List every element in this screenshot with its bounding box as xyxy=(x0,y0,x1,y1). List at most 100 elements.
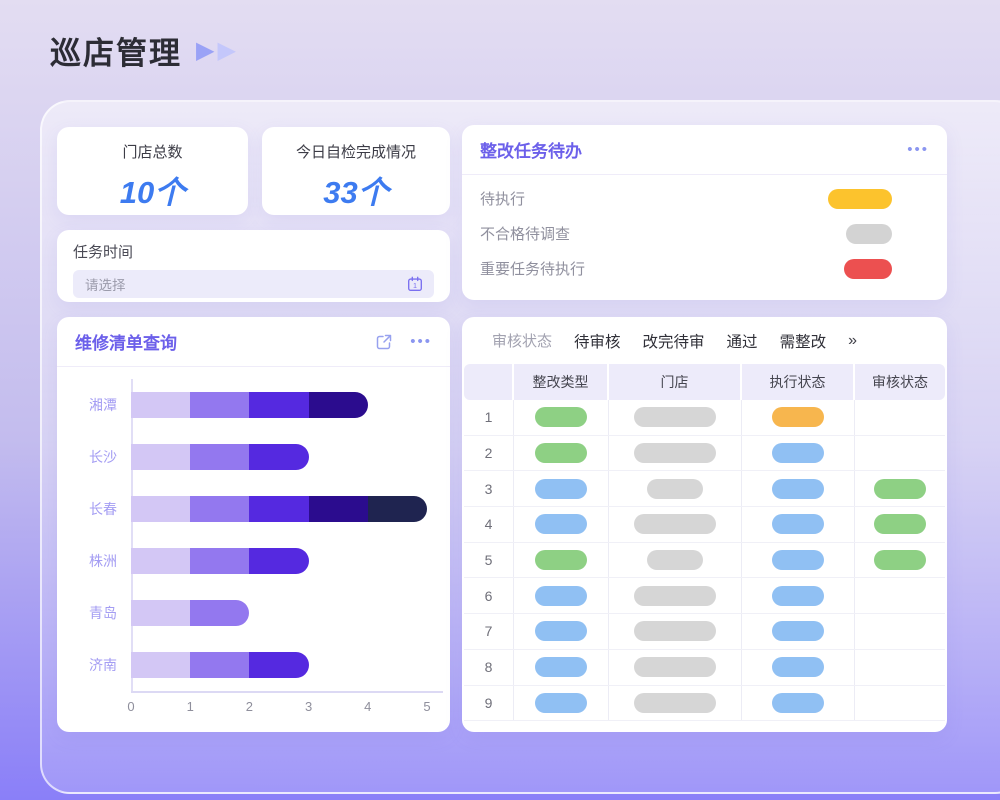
table-row[interactable]: 6 xyxy=(464,578,945,614)
column-header-index xyxy=(464,364,514,400)
bar-segment-level-1 xyxy=(131,496,190,522)
cell-review-status xyxy=(855,543,945,578)
table-row[interactable]: 1 xyxy=(464,400,945,436)
status-pill xyxy=(535,514,587,534)
status-pill xyxy=(535,586,587,606)
row-number: 7 xyxy=(485,623,493,639)
table-row[interactable]: 8 xyxy=(464,650,945,686)
cell-rectify-type xyxy=(514,686,609,721)
cell-rectify-type xyxy=(514,578,609,613)
status-pill xyxy=(634,514,716,534)
todo-item-label: 待执行 xyxy=(480,188,828,209)
task-time-date-input[interactable]: 请选择 1 xyxy=(73,270,434,298)
cell-exec-status xyxy=(742,436,855,471)
stat-label: 门店总数 xyxy=(57,141,248,162)
todo-card-title: 整改任务待办 xyxy=(480,137,907,162)
cell-review-status xyxy=(855,614,945,649)
review-table-header: 整改类型 门店 执行状态 审核状态 xyxy=(464,364,945,400)
repair-card-header: 维修清单查询 ••• xyxy=(57,317,450,367)
status-pill xyxy=(874,550,926,570)
ellipsis-icon[interactable]: ••• xyxy=(410,337,432,347)
table-row[interactable]: 5 xyxy=(464,543,945,579)
row-number: 8 xyxy=(485,659,493,675)
cell-exec-status xyxy=(742,471,855,506)
status-pill xyxy=(874,514,926,534)
cell-rectify-type xyxy=(514,650,609,685)
cell-rectify-type xyxy=(514,471,609,506)
filter-tab-1[interactable]: 改完待审 xyxy=(643,330,705,352)
x-axis-tick-label: 0 xyxy=(127,699,134,714)
row-number: 1 xyxy=(485,409,493,425)
page-header: 巡店管理 ▶ ▶ xyxy=(50,28,236,73)
bar-segment-level-1 xyxy=(131,600,190,626)
cell-exec-status xyxy=(742,507,855,542)
stat-value: 10个 xyxy=(57,167,248,212)
chart-bar-track xyxy=(131,444,427,470)
bar-segment-level-1 xyxy=(131,444,190,470)
todo-item[interactable]: 不合格待调查 xyxy=(462,216,947,251)
ellipsis-icon[interactable]: ••• xyxy=(907,145,929,155)
x-axis-tick-label: 3 xyxy=(305,699,312,714)
status-pill xyxy=(634,586,716,606)
table-row[interactable]: 9 xyxy=(464,686,945,722)
chart-bar-row: 济南 xyxy=(71,639,436,691)
cell-index: 9 xyxy=(464,686,514,721)
cell-rectify-type xyxy=(514,400,609,435)
row-number: 3 xyxy=(485,481,493,497)
status-pill xyxy=(772,479,824,499)
page-title: 巡店管理 xyxy=(50,28,182,73)
stat-label: 今日自检完成情况 xyxy=(262,141,450,162)
more-filters-icon[interactable]: » xyxy=(848,332,857,350)
review-table: 整改类型 门店 执行状态 审核状态 1 2 3 4 56 7 8 9 xyxy=(464,364,945,721)
todo-item-label: 不合格待调查 xyxy=(480,223,846,244)
row-number: 2 xyxy=(485,445,493,461)
chart-x-axis-line xyxy=(131,691,443,693)
cell-store xyxy=(609,578,742,613)
share-icon[interactable] xyxy=(374,332,394,352)
bar-segment-level-1 xyxy=(131,548,190,574)
stat-card-total-stores: 门店总数 10个 xyxy=(57,127,248,215)
bar-segment-level-3 xyxy=(249,548,308,574)
chart-bar-row: 长沙 xyxy=(71,431,436,483)
bar-segment-level-5 xyxy=(368,496,427,522)
row-number: 4 xyxy=(485,516,493,532)
cell-exec-status xyxy=(742,543,855,578)
cell-store xyxy=(609,471,742,506)
repair-chart-rows: 湘潭长沙长春株洲青岛济南 xyxy=(71,379,436,691)
todo-item[interactable]: 重要任务待执行 xyxy=(462,251,947,286)
cell-index: 2 xyxy=(464,436,514,471)
cell-review-status xyxy=(855,578,945,613)
table-row[interactable]: 7 xyxy=(464,614,945,650)
bar-segment-level-1 xyxy=(131,392,190,418)
status-pill xyxy=(535,657,587,677)
todo-card-header: 整改任务待办 ••• xyxy=(462,125,947,175)
stat-value: 33个 xyxy=(262,167,450,212)
status-pill xyxy=(634,407,716,427)
chart-bar-row: 长春 xyxy=(71,483,436,535)
status-pill xyxy=(535,621,587,641)
cell-exec-status xyxy=(742,614,855,649)
filter-tab-3[interactable]: 需整改 xyxy=(780,330,827,352)
table-row[interactable]: 2 xyxy=(464,436,945,472)
filter-tab-2[interactable]: 通过 xyxy=(727,330,758,352)
stat-card-self-check: 今日自检完成情况 33个 xyxy=(262,127,450,215)
filter-tab-0[interactable]: 待审核 xyxy=(574,330,621,352)
calendar-icon[interactable]: 1 xyxy=(406,275,424,293)
todo-item[interactable]: 待执行 xyxy=(462,181,947,216)
cell-review-status xyxy=(855,507,945,542)
table-row[interactable]: 3 xyxy=(464,471,945,507)
column-header: 门店 xyxy=(609,364,742,400)
status-pill xyxy=(772,657,824,677)
bar-segment-level-3 xyxy=(249,496,308,522)
cell-rectify-type xyxy=(514,543,609,578)
chart-y-axis-line xyxy=(131,379,133,691)
table-row[interactable]: 4 xyxy=(464,507,945,543)
cell-rectify-type xyxy=(514,614,609,649)
cell-exec-status xyxy=(742,400,855,435)
status-pill xyxy=(772,407,824,427)
bar-segment-level-1 xyxy=(131,652,190,678)
chart-bar-track xyxy=(131,548,427,574)
chart-category-label: 长沙 xyxy=(71,447,131,467)
date-placeholder: 请选择 xyxy=(85,274,406,294)
cell-review-status xyxy=(855,650,945,685)
